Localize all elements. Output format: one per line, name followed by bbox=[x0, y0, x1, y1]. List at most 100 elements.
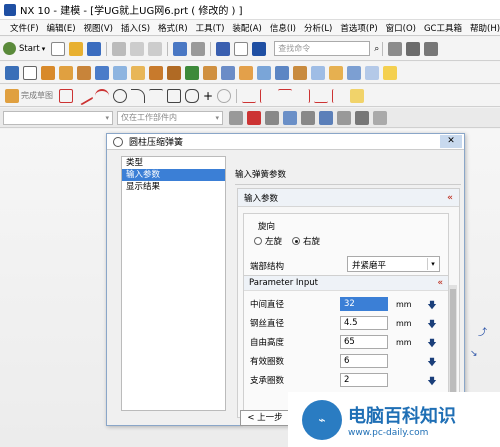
sketch-icon[interactable] bbox=[5, 65, 19, 80]
quick-trim-icon[interactable] bbox=[242, 89, 257, 103]
cut-icon[interactable] bbox=[112, 41, 127, 56]
finish-sketch-icon[interactable] bbox=[5, 88, 19, 103]
surface-icon[interactable] bbox=[329, 65, 343, 80]
offset-curve-icon[interactable] bbox=[296, 88, 311, 103]
mirror-curve-icon[interactable] bbox=[332, 88, 346, 103]
snap-mid-icon[interactable] bbox=[283, 110, 297, 125]
studio-spline-icon[interactable] bbox=[217, 88, 232, 103]
radio-right-hand[interactable]: 右旋 bbox=[292, 235, 320, 247]
menu-file[interactable]: 文件(F) bbox=[6, 22, 43, 34]
face-icon[interactable] bbox=[365, 65, 379, 80]
revolve-icon[interactable] bbox=[59, 65, 73, 80]
menu-format[interactable]: 格式(R) bbox=[154, 22, 192, 34]
param-value-input[interactable]: 4.5 bbox=[340, 316, 388, 330]
paste-icon[interactable] bbox=[148, 41, 163, 56]
save-icon[interactable] bbox=[87, 41, 102, 56]
boolean-icon[interactable] bbox=[95, 65, 109, 80]
point-icon[interactable]: + bbox=[203, 89, 213, 103]
dialog-settings-icon[interactable] bbox=[113, 136, 123, 147]
menu-insert[interactable]: 插入(S) bbox=[117, 22, 154, 34]
start-button[interactable]: Start ▾ bbox=[3, 42, 45, 55]
undo-icon[interactable] bbox=[173, 41, 188, 56]
param-value-input[interactable]: 65 bbox=[340, 335, 388, 349]
layer-icon[interactable] bbox=[216, 41, 231, 56]
menu-info[interactable]: 信息(I) bbox=[266, 22, 300, 34]
snap-intersection-icon[interactable] bbox=[337, 110, 351, 125]
extrude-icon[interactable] bbox=[41, 65, 55, 80]
nav-item-type[interactable]: 类型 bbox=[122, 157, 225, 169]
snap-quadrant-icon[interactable] bbox=[319, 110, 333, 125]
value-menu-arrow-icon[interactable]: 🡇 bbox=[426, 336, 438, 349]
move-face-icon[interactable] bbox=[293, 65, 307, 80]
type-filter-combo[interactable]: ▾ bbox=[3, 110, 113, 125]
pattern-curve-icon[interactable] bbox=[314, 89, 329, 103]
collapse-icon[interactable]: « bbox=[438, 278, 444, 288]
scrollbar-thumb[interactable] bbox=[450, 289, 456, 399]
constraint-icon[interactable] bbox=[350, 88, 365, 103]
snap-existing-icon[interactable] bbox=[355, 110, 369, 125]
chamfer-icon[interactable] bbox=[149, 65, 163, 80]
snap-center-icon[interactable] bbox=[301, 110, 315, 125]
mesh-icon[interactable] bbox=[347, 65, 361, 80]
line-icon[interactable] bbox=[74, 85, 94, 106]
value-menu-arrow-icon[interactable]: 🡇 bbox=[426, 355, 438, 368]
open-folder-icon[interactable] bbox=[69, 41, 84, 56]
redo-icon[interactable] bbox=[191, 41, 206, 56]
menu-edit[interactable]: 编辑(E) bbox=[43, 22, 80, 34]
replace-face-icon[interactable] bbox=[311, 65, 325, 80]
make-corner-icon[interactable] bbox=[278, 88, 293, 103]
shell-icon[interactable] bbox=[113, 65, 127, 80]
profile-icon[interactable] bbox=[59, 88, 73, 103]
menu-analysis[interactable]: 分析(L) bbox=[300, 22, 336, 34]
quick-extend-icon[interactable] bbox=[260, 88, 274, 103]
datum-plane-icon[interactable] bbox=[23, 65, 37, 80]
chamfer-sketch-icon[interactable] bbox=[149, 88, 163, 103]
close-icon[interactable]: ✕ bbox=[440, 135, 462, 148]
menu-view[interactable]: 视图(V) bbox=[80, 22, 117, 34]
pattern-icon[interactable] bbox=[167, 65, 181, 80]
arc-icon[interactable] bbox=[95, 88, 109, 103]
display-icon[interactable] bbox=[424, 41, 439, 56]
param-value-input[interactable]: 6 bbox=[340, 354, 388, 368]
snap-icon[interactable] bbox=[388, 41, 403, 56]
snap-end-icon[interactable] bbox=[265, 110, 279, 125]
value-menu-arrow-icon[interactable]: 🡇 bbox=[426, 298, 438, 311]
mirror-icon[interactable] bbox=[185, 65, 199, 80]
dialog-titlebar[interactable]: 圆柱压缩弹簧 ✕ bbox=[107, 134, 464, 150]
menu-gc-toolbox[interactable]: GC工具箱 bbox=[420, 22, 466, 34]
search-icon[interactable]: ⌕ bbox=[374, 44, 379, 54]
nav-item-show-result[interactable]: 显示结果 bbox=[122, 181, 225, 193]
window-icon[interactable] bbox=[234, 41, 249, 56]
polygon-icon[interactable] bbox=[185, 88, 199, 103]
menu-preferences[interactable]: 首选项(P) bbox=[336, 22, 381, 34]
hole-icon[interactable] bbox=[77, 65, 91, 80]
snap-point-icon[interactable] bbox=[247, 110, 261, 125]
render-icon[interactable] bbox=[406, 41, 421, 56]
snap-on-curve-icon[interactable] bbox=[373, 110, 387, 125]
menu-assembly[interactable]: 装配(A) bbox=[228, 22, 265, 34]
finish-sketch-label[interactable]: 完成草图 bbox=[21, 90, 53, 101]
menu-help[interactable]: 帮助(H) bbox=[466, 22, 500, 34]
copy-icon[interactable] bbox=[130, 41, 145, 56]
thicken-icon[interactable] bbox=[275, 65, 289, 80]
select-intent-icon[interactable] bbox=[229, 110, 243, 125]
menu-window[interactable]: 窗口(O) bbox=[382, 22, 420, 34]
fillet-icon[interactable] bbox=[131, 88, 145, 103]
rectangle-icon[interactable] bbox=[167, 88, 181, 103]
previous-step-button[interactable]: < 上一步 bbox=[240, 410, 290, 426]
nav-item-input-params[interactable]: 输入参数 bbox=[122, 169, 225, 181]
circle-icon[interactable] bbox=[113, 88, 127, 103]
parameter-input-header[interactable]: Parameter Input « bbox=[244, 276, 448, 291]
end-structure-select[interactable]: 并紧磨平 ▾ bbox=[347, 256, 440, 272]
offset-face-icon[interactable] bbox=[221, 65, 235, 80]
section-header[interactable]: 输入参数 « bbox=[238, 189, 459, 207]
value-menu-arrow-icon[interactable]: 🡇 bbox=[426, 374, 438, 387]
menu-tools[interactable]: 工具(T) bbox=[192, 22, 229, 34]
collapse-icon[interactable]: « bbox=[447, 193, 453, 203]
blend-icon[interactable] bbox=[131, 65, 145, 80]
trim-body-icon[interactable] bbox=[203, 65, 217, 80]
new-file-icon[interactable] bbox=[51, 41, 66, 56]
param-value-input[interactable]: 2 bbox=[340, 373, 388, 387]
command-finder-icon[interactable] bbox=[252, 41, 267, 56]
highlight-icon[interactable] bbox=[383, 65, 397, 80]
